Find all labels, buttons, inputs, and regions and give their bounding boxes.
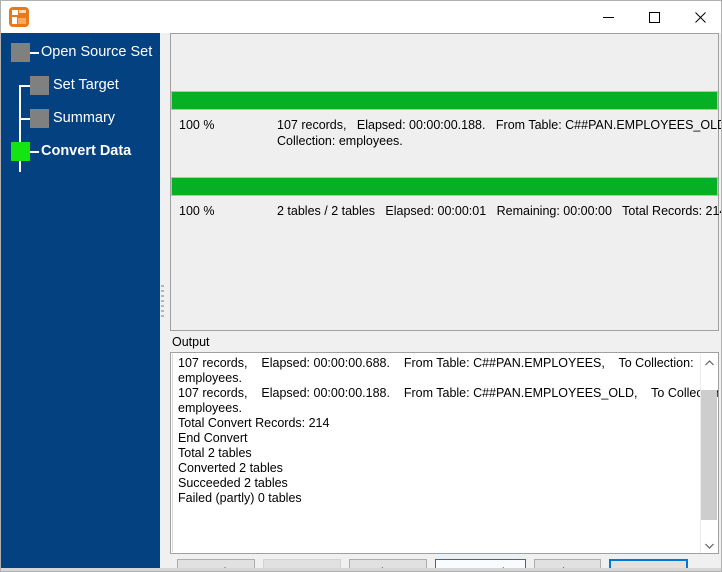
overall-progress-detail: 2 tables / 2 tables Elapsed: 00:00:01 Re…	[277, 203, 721, 219]
overall-elapsed: Elapsed: 00:00:01	[385, 204, 487, 218]
output-line: Converted 2 tables	[178, 461, 283, 475]
output-line: 107 records, Elapsed: 00:00:00.188. From…	[178, 386, 719, 400]
overall-progress-fill	[172, 178, 717, 195]
output-group: Output 107 records, Elapsed: 00:00:00.68…	[170, 335, 719, 554]
overall-tables: 2 tables / 2 tables	[277, 204, 375, 218]
sidebar-item-open-source-set[interactable]: Open Source Set	[41, 43, 152, 62]
sidebar-item-set-target[interactable]: Set Target	[53, 76, 119, 95]
overall-progress-percent: 100 %	[179, 204, 215, 218]
output-line: 107 records, Elapsed: 00:00:00.688. From…	[178, 356, 694, 370]
output-label: Output	[172, 335, 210, 349]
window-controls	[585, 1, 721, 33]
step-node-set-target[interactable]	[30, 76, 49, 95]
output-line: Total Convert Records: 214	[178, 416, 330, 430]
output-line: employees.	[178, 401, 242, 415]
output-line: End Convert	[178, 431, 248, 445]
scroll-down-icon[interactable]	[701, 537, 717, 553]
scrollbar-thumb[interactable]	[701, 390, 717, 520]
close-button[interactable]	[677, 1, 721, 33]
sidebar-item-convert-data[interactable]: Convert Data	[41, 142, 131, 161]
app-logo-icon	[9, 7, 29, 27]
progress-panel: 100 % 107 records, Elapsed: 00:00:00.188…	[170, 33, 721, 331]
current-to-collection: Collection: employees.	[277, 134, 403, 148]
splitter-grip-icon	[161, 285, 165, 321]
output-scrollbar[interactable]	[700, 354, 717, 553]
sidebar-item-summary[interactable]: Summary	[53, 109, 115, 128]
output-line: employees.	[178, 371, 242, 385]
tree-connector-3	[20, 118, 30, 120]
tree-connector-2	[20, 85, 30, 87]
overall-progress-bar	[171, 177, 718, 196]
current-progress-detail: 107 records, Elapsed: 00:00:00.188. From…	[277, 117, 721, 149]
output-log[interactable]: 107 records, Elapsed: 00:00:00.688. From…	[170, 352, 719, 554]
current-elapsed: Elapsed: 00:00:00.188.	[356, 118, 486, 132]
step-node-convert-data[interactable]	[11, 142, 30, 161]
current-from-table: From Table: C##PAN.EMPLOYEES_OLD,	[495, 118, 722, 132]
wizard-sidebar: Open Source Set Set Target Summary Conve…	[1, 33, 160, 571]
overall-total-records: Total Records: 214	[622, 204, 722, 218]
current-progress-fill	[172, 92, 717, 109]
output-line: Succeeded 2 tables	[178, 476, 288, 490]
scroll-up-icon[interactable]	[701, 354, 717, 371]
current-progress-percent: 100 %	[179, 118, 215, 132]
output-line: Failed (partly) 0 tables	[178, 491, 302, 505]
overall-remaining: Remaining: 00:00:00	[496, 204, 612, 218]
output-line: Total 2 tables	[178, 446, 252, 460]
wizard-step-tree: Open Source Set Set Target Summary Conve…	[1, 33, 160, 173]
minimize-button[interactable]	[585, 1, 631, 33]
window-bottom-edge	[1, 568, 721, 571]
current-table-progress-bar	[171, 91, 718, 110]
maximize-button[interactable]	[631, 1, 677, 33]
main-content: 100 % 107 records, Elapsed: 00:00:00.188…	[166, 33, 721, 571]
output-log-text: 107 records, Elapsed: 00:00:00.688. From…	[172, 354, 719, 552]
application-window: Open Source Set Set Target Summary Conve…	[0, 0, 722, 572]
current-records: 107 records,	[277, 118, 347, 132]
step-node-summary[interactable]	[30, 109, 49, 128]
step-node-open-source-set[interactable]	[11, 43, 30, 62]
title-bar	[1, 1, 721, 33]
